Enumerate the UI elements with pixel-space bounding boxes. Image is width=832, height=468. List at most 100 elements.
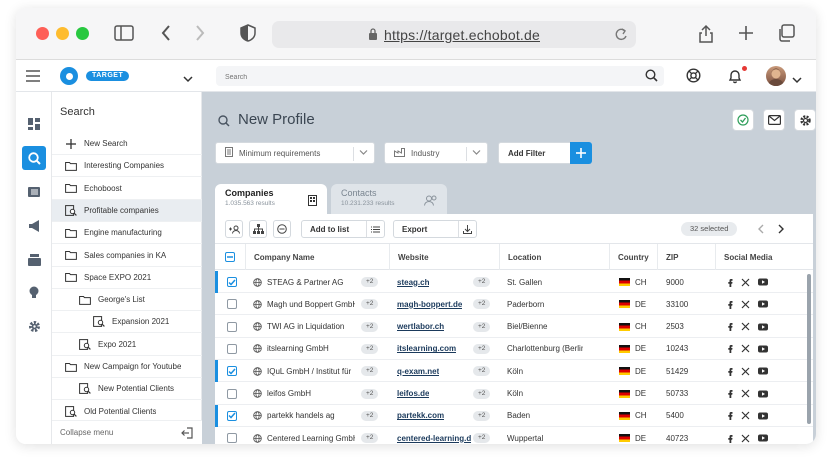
x-icon[interactable] — [741, 411, 750, 420]
x-icon[interactable] — [741, 278, 750, 287]
export-button[interactable]: Export — [393, 220, 477, 238]
x-icon[interactable] — [741, 322, 750, 331]
youtube-icon[interactable] — [758, 278, 768, 286]
facebook-icon[interactable] — [727, 322, 733, 332]
more-badge[interactable]: +2 — [361, 299, 379, 310]
collapse-menu-button[interactable]: Collapse menu — [52, 420, 202, 444]
x-icon[interactable] — [741, 344, 750, 353]
facebook-icon[interactable] — [727, 367, 733, 376]
global-search[interactable] — [216, 66, 664, 88]
table-row[interactable]: Centered Learning GmbH +2 centered-learnin… — [215, 427, 813, 444]
website-link[interactable]: centered-learning.de — [397, 434, 471, 443]
youtube-icon[interactable] — [758, 323, 768, 331]
row-checkbox[interactable] — [227, 277, 237, 287]
facebook-icon[interactable] — [727, 300, 733, 309]
company-name[interactable]: itslearning GmbH — [267, 344, 355, 353]
more-badge[interactable]: +2 — [473, 299, 491, 310]
add-to-list-button[interactable]: Add to list — [301, 220, 385, 238]
sidebar-item[interactable]: Space EXPO 2021 — [52, 267, 202, 289]
scrollbar[interactable] — [807, 274, 811, 424]
company-name[interactable]: TWI AG in Liquidation — [267, 322, 355, 331]
more-badge[interactable]: +2 — [473, 277, 491, 287]
table-row[interactable]: Magh und Boppert GmbH +2 magh-boppert.de +2… — [215, 293, 813, 316]
row-checkbox[interactable] — [227, 410, 237, 421]
facebook-icon[interactable] — [727, 278, 733, 287]
settings-button[interactable] — [794, 109, 816, 131]
facebook-icon[interactable] — [727, 344, 733, 354]
address-bar[interactable]: https://target.echobot.de — [272, 21, 636, 48]
website-link[interactable]: partekk.com — [397, 411, 444, 420]
plus-icon[interactable] — [570, 142, 592, 164]
company-name[interactable]: partekk handels ag — [267, 411, 355, 420]
sidebar-item[interactable]: New Campaign for Youtube — [52, 356, 202, 378]
sidebar-item[interactable]: Sales companies in KA — [52, 245, 202, 267]
chevron-right-icon[interactable] — [777, 222, 785, 240]
table-row[interactable]: leifos GmbH +2 leifos.de +2 Köln DE 50733 — [215, 383, 813, 405]
column-header-website[interactable]: Website — [389, 244, 499, 270]
youtube-icon[interactable] — [758, 345, 768, 353]
minimum-requirements-select[interactable]: Minimum requirements — [215, 142, 375, 164]
share-icon[interactable] — [694, 21, 718, 45]
close-window-button[interactable] — [36, 27, 49, 40]
column-header-country[interactable]: Country — [609, 244, 657, 270]
website-link[interactable]: q-exam.net — [397, 367, 439, 376]
tabs-overview-icon[interactable] — [774, 21, 798, 45]
sidebar-toggle-icon[interactable] — [112, 21, 136, 45]
avatar[interactable] — [766, 66, 786, 86]
x-icon[interactable] — [741, 389, 750, 398]
more-badge[interactable]: +2 — [473, 343, 491, 354]
website-link[interactable]: wertlabor.ch — [397, 322, 444, 331]
facebook-icon[interactable] — [727, 411, 733, 421]
collapse-icon[interactable] — [181, 427, 194, 441]
sidebar-item[interactable]: Expo 2021 — [52, 334, 202, 356]
chevron-down-icon[interactable] — [792, 71, 802, 89]
facebook-icon[interactable] — [727, 434, 733, 443]
more-badge[interactable]: +2 — [473, 321, 491, 332]
lightbulb-icon[interactable] — [22, 280, 46, 304]
save-check-button[interactable] — [732, 109, 754, 131]
sidebar-item[interactable]: Echoboost — [52, 178, 202, 200]
tab-contacts[interactable]: Contacts 10.231.233 results — [331, 184, 447, 214]
youtube-icon[interactable] — [758, 434, 768, 442]
column-header-zip[interactable]: ZIP — [657, 244, 715, 270]
company-name[interactable]: Centered Learning GmbH — [267, 434, 355, 443]
website-link[interactable]: leifos.de — [397, 389, 429, 398]
company-name[interactable]: STEAG & Partner AG — [267, 278, 355, 287]
more-badge[interactable]: +2 — [361, 321, 379, 332]
add-filter-button[interactable]: Add Filter — [498, 142, 592, 164]
sidebar-item[interactable]: Engine manufacturing — [52, 222, 202, 245]
table-row[interactable]: TWI AG in Liquidation +2 wertlabor.ch +2 Bie… — [215, 316, 813, 338]
menu-icon[interactable] — [26, 69, 40, 87]
stack-icon[interactable] — [22, 248, 46, 272]
sidebar-item[interactable]: New Potential Clients — [52, 378, 202, 401]
company-name[interactable]: IQuL GmbH / Institut für — [267, 367, 355, 376]
mail-button[interactable] — [763, 109, 785, 131]
more-badge[interactable]: +2 — [473, 410, 491, 421]
search-icon[interactable] — [645, 69, 658, 87]
shield-icon[interactable] — [236, 21, 260, 45]
tab-companies[interactable]: Companies 1.035.563 results — [215, 184, 327, 214]
website-link[interactable]: magh-boppert.de — [397, 300, 462, 309]
sidebar-item[interactable]: Expansion 2021 — [52, 311, 202, 334]
chevron-down-icon[interactable] — [183, 70, 193, 88]
row-checkbox[interactable] — [227, 343, 237, 354]
forward-icon[interactable] — [188, 21, 212, 45]
facebook-icon[interactable] — [727, 389, 733, 398]
x-icon[interactable] — [741, 367, 750, 376]
global-search-input[interactable] — [216, 67, 616, 88]
row-checkbox[interactable] — [227, 388, 237, 399]
bell-icon[interactable] — [728, 68, 742, 89]
more-badge[interactable]: +2 — [361, 410, 379, 421]
add-contact-icon[interactable] — [225, 220, 243, 238]
select-all-checkbox[interactable] — [225, 252, 235, 262]
maximize-window-button[interactable] — [76, 27, 89, 40]
youtube-icon[interactable] — [758, 412, 768, 420]
back-icon[interactable] — [154, 21, 178, 45]
chevron-left-icon[interactable] — [757, 222, 765, 240]
more-badge[interactable]: +2 — [473, 388, 491, 399]
row-checkbox[interactable] — [227, 299, 237, 310]
column-header-location[interactable]: Location — [499, 244, 609, 270]
table-row[interactable]: STEAG & Partner AG +2 steag.ch +2 St. Gallen… — [215, 271, 813, 293]
row-checkbox[interactable] — [227, 433, 237, 444]
table-row[interactable]: IQuL GmbH / Institut für +2 q-exam.net +2 Kö… — [215, 360, 813, 383]
